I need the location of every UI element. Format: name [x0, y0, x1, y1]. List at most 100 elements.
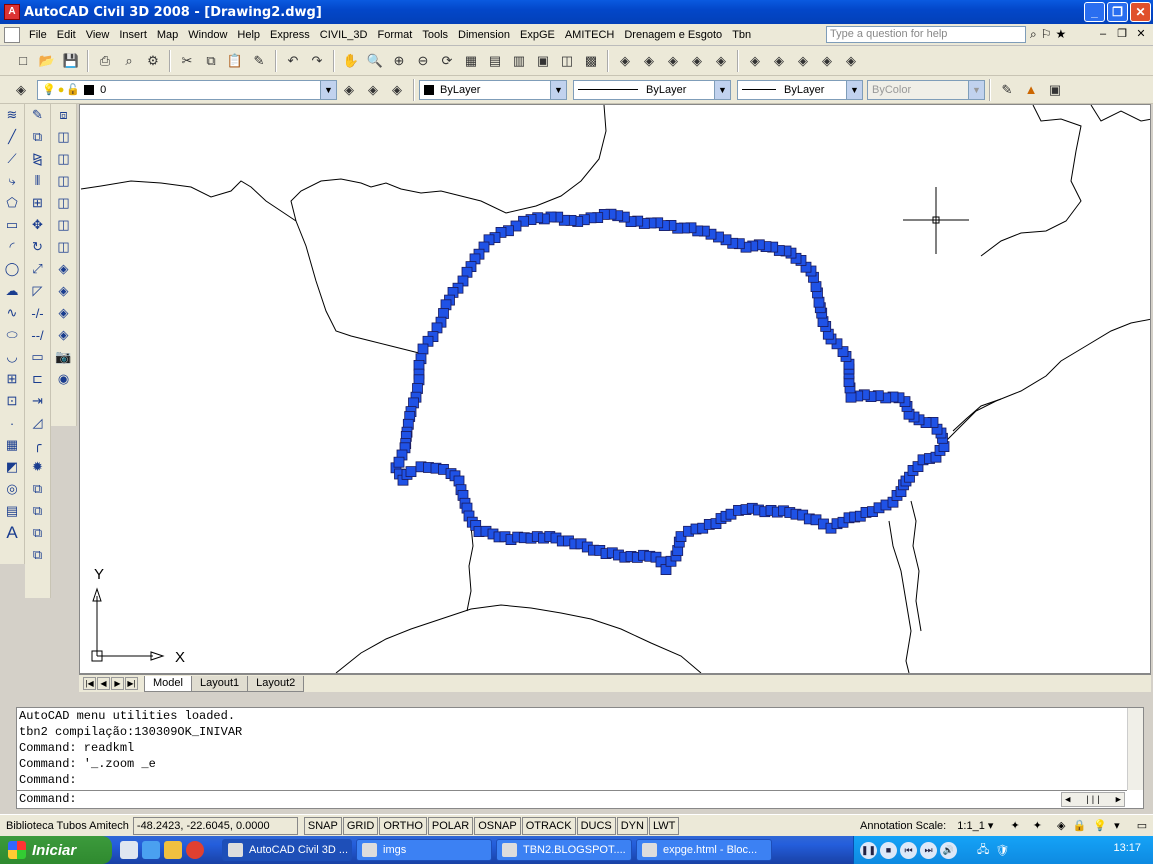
menu-edit[interactable]: Edit — [52, 29, 81, 41]
menu-dimension[interactable]: Dimension — [453, 29, 515, 41]
coordinate-display[interactable]: -48.2423, -22.6045, 0.0000 — [132, 816, 298, 835]
publish-icon[interactable]: ⚙ — [142, 50, 164, 72]
menu-format[interactable]: Format — [372, 29, 417, 41]
prev-tab-icon[interactable]: ◀ — [97, 677, 110, 690]
help-search-input[interactable]: Type a question for help — [826, 26, 1026, 43]
autocad-app-icon[interactable]: A — [4, 4, 20, 20]
extend-icon[interactable]: --/ — [27, 324, 49, 346]
right-view-icon[interactable]: ◫ — [53, 192, 75, 214]
tab-layout1[interactable]: Layout1 — [190, 675, 249, 692]
design-center-icon[interactable]: ▤ — [484, 50, 506, 72]
chamfer-icon[interactable]: ◿ — [27, 412, 49, 434]
media-next-icon[interactable]: ⏭ — [920, 841, 937, 859]
parana-boundary[interactable] — [390, 208, 950, 575]
bottom-view-icon[interactable]: ◫ — [53, 148, 75, 170]
light-bulb-icon[interactable]: 💡 — [1093, 820, 1107, 832]
clean-screen-icon[interactable]: ▭ — [1137, 820, 1147, 832]
navigation-icon[interactable]: ◉ — [53, 368, 75, 390]
back-view-icon[interactable]: ◫ — [53, 236, 75, 258]
zoom-window-icon[interactable]: ⊕ — [388, 50, 410, 72]
minimize-button[interactable]: _ — [1084, 2, 1105, 22]
taskbar-item-autocad[interactable]: AutoCAD Civil 3D ... — [222, 839, 352, 861]
layer-tool-1-icon[interactable]: ◈ — [614, 50, 636, 72]
chevron-down-icon[interactable]: ▼ — [714, 80, 730, 99]
break-icon[interactable]: ⊏ — [27, 368, 49, 390]
tool-palettes-icon[interactable]: ▥ — [508, 50, 530, 72]
ellipse-arc-icon[interactable]: ◡ — [1, 346, 23, 368]
taskbar-item-imgs[interactable]: imgs — [356, 839, 492, 861]
internet-explorer-icon[interactable] — [142, 841, 160, 859]
command-horizontal-scrollbar[interactable]: ◀ ||| ▶ — [1061, 792, 1125, 807]
taskbar-item-notepad[interactable]: expge.html - Bloc... — [636, 839, 772, 861]
ducs-toggle[interactable]: DUCS — [576, 816, 616, 835]
fillet-icon[interactable]: ╭ — [27, 434, 49, 456]
taskbar-item-browser[interactable]: TBN2.BLOGSPOT.... — [496, 839, 632, 861]
hatch-tool-icon[interactable]: ≋ — [1, 104, 23, 126]
polar-toggle[interactable]: POLAR — [427, 816, 474, 835]
front-view-icon[interactable]: ◫ — [53, 214, 75, 236]
drawing-area[interactable]: Y X — [79, 104, 1151, 674]
start-button[interactable]: Iniciar — [0, 836, 112, 864]
move-icon[interactable]: ✥ — [27, 214, 49, 236]
menu-drenagem[interactable]: Drenagem e Esgoto — [619, 29, 727, 41]
layer-select[interactable]: 💡 ● 🔓 0 ▼ — [37, 79, 337, 100]
menu-tools[interactable]: Tools — [417, 29, 453, 41]
camera-icon[interactable]: 📷 — [53, 346, 75, 368]
search-icon[interactable]: ⌕ — [1030, 27, 1037, 42]
lwt-toggle[interactable]: LWT — [648, 816, 680, 835]
volume-icon[interactable]: 🔊 — [940, 841, 957, 859]
layer-tool-10-icon[interactable]: ◈ — [840, 50, 862, 72]
color-select[interactable]: ByLayer ▼ — [419, 79, 567, 100]
menu-tbn[interactable]: Tbn — [727, 29, 756, 41]
sw-iso-icon[interactable]: ◈ — [53, 258, 75, 280]
boundary-vertex-marker[interactable] — [393, 456, 405, 468]
menu-window[interactable]: Window — [183, 29, 232, 41]
otrack-toggle[interactable]: OTRACK — [521, 816, 576, 835]
favorites-icon[interactable]: ★ — [1056, 27, 1067, 42]
layer-tool-7-icon[interactable]: ◈ — [768, 50, 790, 72]
layer-tool-4-icon[interactable]: ◈ — [686, 50, 708, 72]
scale-icon[interactable]: ⤢ — [27, 258, 49, 280]
boundary-vertex-marker[interactable] — [417, 343, 429, 355]
named-views-icon[interactable]: ⧈ — [53, 104, 75, 126]
layer-previous-icon[interactable]: ◈ — [362, 79, 384, 101]
draw-order-above-icon[interactable]: ⧉ — [27, 522, 49, 544]
new-icon[interactable]: □ — [12, 50, 34, 72]
paste-icon[interactable]: 📋 — [224, 50, 246, 72]
sheet-set-icon[interactable]: ▣ — [532, 50, 554, 72]
chevron-down-icon[interactable]: ▼ — [846, 80, 862, 99]
autoscale-icon[interactable]: ✦ — [1033, 820, 1042, 832]
hatch-icon[interactable]: ▦ — [1, 434, 23, 456]
left-view-icon[interactable]: ◫ — [53, 170, 75, 192]
tab-model[interactable]: Model — [144, 675, 192, 692]
boundary-vertex-marker[interactable] — [810, 281, 822, 293]
pan-icon[interactable]: ✋ — [340, 50, 362, 72]
make-block-icon[interactable]: ⊡ — [1, 390, 23, 412]
next-tab-icon[interactable]: ▶ — [111, 677, 124, 690]
document-icon[interactable] — [4, 26, 20, 43]
doc-restore-button[interactable]: ❐ — [1114, 27, 1130, 42]
rotate-icon[interactable]: ↻ — [27, 236, 49, 258]
multiline-text-icon[interactable]: A — [1, 522, 23, 544]
communication-center-icon[interactable]: ⚐ — [1041, 27, 1052, 42]
zoom-previous-icon[interactable]: ⊖ — [412, 50, 434, 72]
snap-toggle[interactable]: SNAP — [303, 816, 342, 835]
dyn-toggle[interactable]: DYN — [616, 816, 648, 835]
layer-states-icon[interactable]: ◈ — [386, 79, 408, 101]
command-vertical-scrollbar[interactable] — [1127, 708, 1143, 790]
mirror-icon[interactable]: ⧎ — [27, 148, 49, 170]
media-stop-icon[interactable]: ■ — [880, 841, 897, 859]
chevron-down-icon[interactable]: ▾ — [1114, 820, 1120, 832]
lineweight-select[interactable]: ByLayer ▼ — [737, 79, 863, 100]
draw-order-under-icon[interactable]: ⧉ — [27, 544, 49, 566]
show-desktop-icon[interactable] — [120, 841, 138, 859]
quickcalc-icon[interactable]: ▩ — [580, 50, 602, 72]
nw-iso-icon[interactable]: ◈ — [53, 324, 75, 346]
ortho-toggle[interactable]: ORTHO — [379, 816, 427, 835]
join-icon[interactable]: ⇥ — [27, 390, 49, 412]
markup-icon[interactable]: ◫ — [556, 50, 578, 72]
open-icon[interactable]: 📂 — [36, 50, 58, 72]
construction-line-icon[interactable]: ⟋ — [1, 148, 23, 170]
menu-map[interactable]: Map — [152, 29, 183, 41]
layer-tool-8-icon[interactable]: ◈ — [792, 50, 814, 72]
